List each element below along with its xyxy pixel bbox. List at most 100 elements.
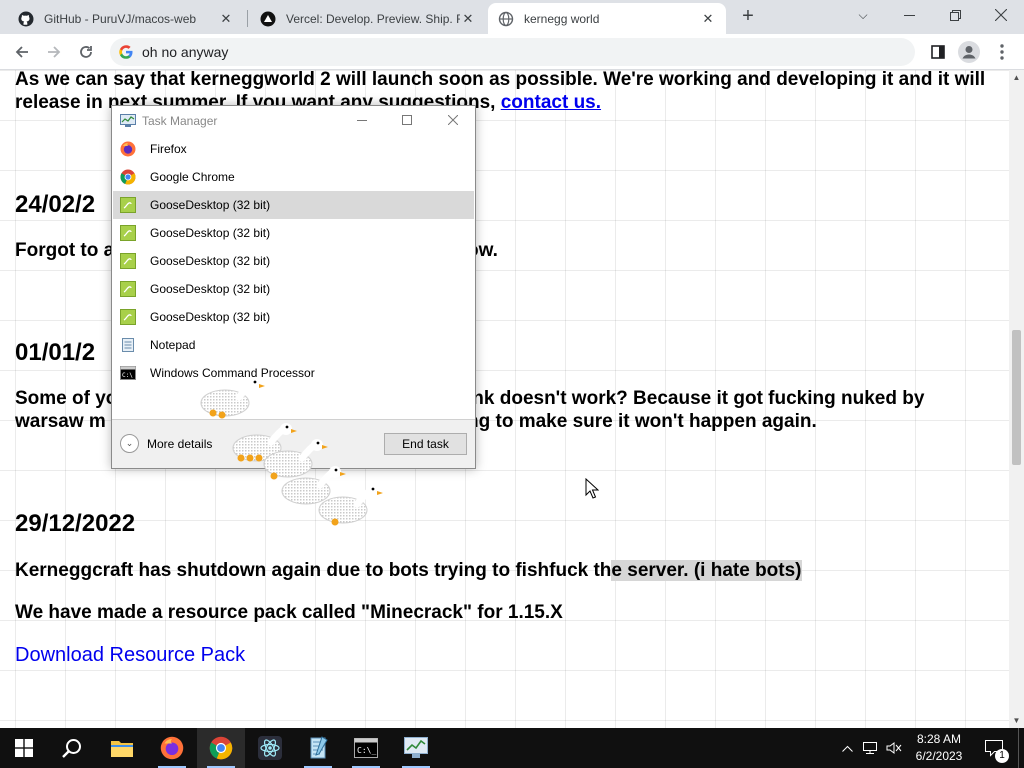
process-name: GooseDesktop (32 bit) <box>150 198 271 212</box>
svg-text:C:\: C:\ <box>122 372 133 379</box>
start-button[interactable] <box>0 728 48 768</box>
minimize-button[interactable] <box>886 0 932 30</box>
close-icon[interactable]: ✕ <box>460 11 476 27</box>
process-row[interactable]: Notepad <box>113 331 474 359</box>
notification-center-button[interactable]: 1 <box>982 728 1009 768</box>
process-row[interactable]: GooseDesktop (32 bit) <box>113 303 474 331</box>
terminal-icon: C:\_ <box>354 738 378 758</box>
address-text: oh no anyway <box>142 44 229 60</box>
volume-muted-icon[interactable] <box>884 728 904 768</box>
process-row[interactable]: Firefox <box>113 135 474 163</box>
tm-minimize-button[interactable] <box>350 110 374 130</box>
address-bar[interactable]: oh no anyway <box>110 38 915 66</box>
firefox-taskbar-button[interactable] <box>148 728 196 768</box>
browser-tabstrip: GitHub - PuruVJ/macos-web ✕ Vercel: Deve… <box>0 0 1024 34</box>
menu-kebab-icon[interactable] <box>990 40 1014 64</box>
tab-vercel[interactable]: Vercel: Develop. Preview. Ship. Fo ✕ <box>250 3 486 34</box>
show-hidden-icons-chevron-icon[interactable] <box>838 728 856 768</box>
new-tab-button[interactable]: + <box>738 6 758 26</box>
tm-close-button[interactable] <box>441 110 465 130</box>
electron-icon <box>258 736 282 760</box>
end-task-button[interactable]: End task <box>384 433 467 455</box>
chrome-taskbar-button[interactable] <box>197 728 245 768</box>
process-row-selected[interactable]: GooseDesktop (32 bit) <box>113 191 474 219</box>
scroll-up-arrow-icon[interactable]: ▲ <box>1009 70 1024 85</box>
terminal-taskbar-button[interactable]: C:\_ <box>342 728 390 768</box>
process-name: Google Chrome <box>150 170 235 184</box>
forward-button[interactable] <box>43 41 65 63</box>
github-icon <box>18 11 34 27</box>
reload-button[interactable] <box>75 41 97 63</box>
task-manager-titlebar[interactable]: Task Manager <box>112 106 475 135</box>
taskbar-search-button[interactable] <box>48 728 96 768</box>
task-manager-title: Task Manager <box>142 114 218 128</box>
chrome-icon <box>120 169 136 185</box>
scrollbar-thumb[interactable] <box>1012 330 1021 465</box>
close-icon[interactable]: ✕ <box>700 11 716 27</box>
tab-title: Vercel: Develop. Preview. Ship. Fo <box>286 11 460 26</box>
process-name: GooseDesktop (32 bit) <box>150 226 271 240</box>
system-clock[interactable]: 8:28 AM 6/2/2023 <box>905 731 973 765</box>
post-text-2b-right: ng to make sure it won't happen again. <box>467 411 817 432</box>
tab-kernegg-world[interactable]: kernegg world ✕ <box>488 3 726 34</box>
back-button[interactable] <box>11 41 33 63</box>
restore-button[interactable] <box>932 0 978 30</box>
task-manager-taskbar-button[interactable] <box>392 728 440 768</box>
clock-time: 8:28 AM <box>916 732 962 746</box>
contact-link[interactable]: contact us. <box>501 92 601 113</box>
tab-separator <box>247 10 248 27</box>
file-explorer-button[interactable] <box>98 728 146 768</box>
clock-date: 6/2/2023 <box>915 749 963 763</box>
task-manager-icon <box>120 114 136 127</box>
tab-title: kernegg world <box>524 11 600 26</box>
process-row[interactable]: GooseDesktop (32 bit) <box>113 219 474 247</box>
tab-search-icon[interactable]: ⌵ <box>840 0 886 30</box>
notepad-taskbar-button[interactable] <box>294 728 342 768</box>
post-text-3: Kerneggcraft has shutdown again due to b… <box>15 560 802 581</box>
network-icon[interactable] <box>860 728 880 768</box>
windows-taskbar: C:\_ 8:28 AM 6/2/2023 1 <box>0 728 1024 768</box>
side-panel-icon[interactable] <box>926 40 950 64</box>
svg-text:C:\_: C:\_ <box>357 746 376 755</box>
mouse-cursor-icon <box>585 478 599 499</box>
download-resource-pack-link[interactable]: Download Resource Pack <box>15 644 245 667</box>
process-name: Windows Command Processor <box>150 366 315 380</box>
more-details-toggle[interactable]: ⌄ More details <box>120 434 212 453</box>
process-name: Notepad <box>150 338 196 352</box>
chevron-down-icon: ⌄ <box>120 434 139 453</box>
show-desktop-button[interactable] <box>1018 728 1024 768</box>
notepad-icon <box>120 337 136 353</box>
process-row[interactable]: Google Chrome <box>113 163 474 191</box>
tab-title: GitHub - PuruVJ/macos-web <box>44 11 197 26</box>
electron-app-taskbar-button[interactable] <box>246 728 294 768</box>
goose-icon <box>120 281 136 297</box>
profile-avatar[interactable] <box>957 40 981 64</box>
close-icon[interactable]: ✕ <box>218 11 234 27</box>
goose-icon <box>120 253 136 269</box>
notification-count-badge: 1 <box>995 749 1009 763</box>
process-row[interactable]: C:\ Windows Command Processor <box>113 359 474 387</box>
goose-icon <box>120 197 136 213</box>
back-arrow-icon <box>15 46 28 58</box>
process-name: Firefox <box>150 142 187 156</box>
goose-icon <box>120 309 136 325</box>
tm-maximize-button[interactable] <box>395 110 419 130</box>
process-name: GooseDesktop (32 bit) <box>150 310 271 324</box>
firefox-icon <box>160 736 184 760</box>
tab-github[interactable]: GitHub - PuruVJ/macos-web ✕ <box>8 3 244 34</box>
post-date-2: 01/01/2 <box>15 339 96 366</box>
scroll-down-arrow-icon[interactable]: ▼ <box>1009 713 1024 728</box>
goose-icon <box>120 225 136 241</box>
post-date-3: 29/12/2022 <box>15 510 136 537</box>
search-icon <box>62 739 81 758</box>
google-icon <box>118 44 134 60</box>
vercel-icon <box>260 11 276 27</box>
task-manager-window: Task Manager Firefox Google Chrome Goose… <box>111 105 476 469</box>
folder-icon <box>111 741 133 757</box>
close-window-button[interactable] <box>978 0 1024 30</box>
process-row[interactable]: GooseDesktop (32 bit) <box>113 247 474 275</box>
post-text-4: We have made a resource pack called "Min… <box>15 602 563 623</box>
page-scrollbar[interactable]: ▲ ▼ <box>1009 70 1024 728</box>
task-manager-footer: ⌄ More details End task <box>112 419 475 468</box>
process-row[interactable]: GooseDesktop (32 bit) <box>113 275 474 303</box>
